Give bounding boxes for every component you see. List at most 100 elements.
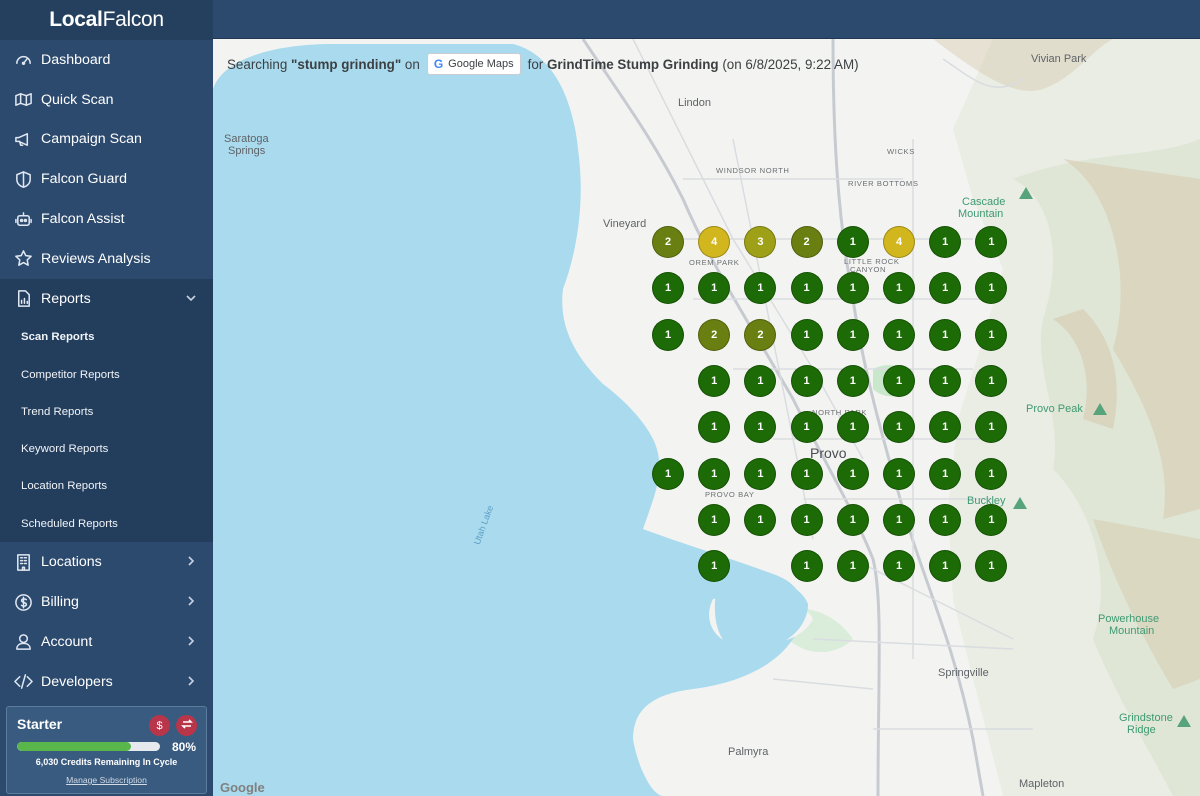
submenu-scan-reports[interactable]: Scan Reports xyxy=(0,319,213,356)
rank-pin[interactable]: 1 xyxy=(883,318,915,351)
dollar-icon: $ xyxy=(156,719,163,732)
rank-pin[interactable]: 1 xyxy=(744,503,777,536)
star-icon xyxy=(13,249,33,269)
credits-percent: 80% xyxy=(172,740,197,754)
submenu-trend-reports[interactable]: Trend Reports xyxy=(0,393,213,430)
nav-label: Locations xyxy=(41,554,102,571)
rank-pin[interactable]: 1 xyxy=(836,503,869,536)
nav-locations[interactable]: Locations xyxy=(0,542,213,582)
rank-pin[interactable]: 1 xyxy=(790,272,823,305)
rank-pin[interactable]: 1 xyxy=(883,503,915,536)
rank-pin[interactable]: 1 xyxy=(975,503,1008,536)
gauge-icon xyxy=(13,50,33,70)
nav-campaign-scan[interactable]: Campaign Scan xyxy=(0,120,213,160)
rank-pin[interactable]: 1 xyxy=(929,503,962,536)
rank-pin[interactable]: 1 xyxy=(698,364,731,397)
rank-pin[interactable]: 1 xyxy=(790,503,823,536)
rank-pin[interactable]: 1 xyxy=(975,318,1008,351)
change-plan-button[interactable] xyxy=(176,715,197,736)
rank-pin[interactable]: 1 xyxy=(929,318,962,351)
submenu-competitor-reports[interactable]: Competitor Reports xyxy=(0,356,213,393)
place-label: Ridge xyxy=(1127,724,1156,736)
submenu-keyword-reports[interactable]: Keyword Reports xyxy=(0,430,213,467)
search-on: on xyxy=(404,56,420,72)
manage-subscription-link[interactable]: Manage Subscription xyxy=(7,775,206,785)
chevron-down-icon xyxy=(185,292,197,304)
place-label: Mountain xyxy=(1109,625,1155,637)
rank-pin[interactable]: 2 xyxy=(652,226,684,258)
chart-file-icon xyxy=(13,289,33,309)
swap-icon xyxy=(180,718,193,733)
nav-reports[interactable]: Reports xyxy=(0,278,213,319)
nav-reviews-analysis[interactable]: Reviews Analysis xyxy=(0,239,213,279)
nav-quick-scan[interactable]: Quick Scan xyxy=(0,80,213,120)
building-icon xyxy=(13,552,33,572)
rank-pin[interactable]: 1 xyxy=(836,272,869,305)
logo-bold: Local xyxy=(49,8,103,31)
rank-pin[interactable]: 1 xyxy=(929,364,962,397)
rank-pin[interactable]: 1 xyxy=(836,411,869,444)
rank-pin[interactable]: 4 xyxy=(698,226,731,258)
buy-credits-button[interactable]: $ xyxy=(149,715,170,736)
nav-account[interactable]: Account xyxy=(0,622,213,662)
rank-pin[interactable]: 1 xyxy=(652,318,684,351)
rank-pin[interactable]: 1 xyxy=(790,364,823,397)
place-label: WICKS xyxy=(887,147,915,156)
place-label: Springs xyxy=(228,145,266,157)
rank-pin[interactable]: 1 xyxy=(698,503,731,536)
place-label: OREM PARK xyxy=(689,258,740,267)
nav-label: Campaign Scan xyxy=(41,131,142,148)
rank-pin[interactable]: 1 xyxy=(790,457,823,490)
rank-pin[interactable]: 1 xyxy=(836,457,869,490)
map-icon xyxy=(13,90,33,110)
nav-falcon-assist[interactable]: Falcon Assist xyxy=(0,199,213,239)
rank-pin[interactable]: 1 xyxy=(929,226,962,258)
nav-billing[interactable]: Billing xyxy=(0,582,213,622)
rank-pin[interactable]: 2 xyxy=(698,318,731,351)
rank-pin[interactable]: 1 xyxy=(836,550,869,583)
submenu-location-reports[interactable]: Location Reports xyxy=(0,468,213,505)
place-label: Vivian Park xyxy=(1031,53,1087,65)
rank-pin[interactable]: 1 xyxy=(836,364,869,397)
rank-pin[interactable]: 1 xyxy=(652,457,684,490)
logo[interactable]: Local Falcon xyxy=(0,0,213,40)
rank-pin[interactable]: 1 xyxy=(975,457,1008,490)
nav-label: Reviews Analysis xyxy=(41,250,151,267)
chevron-right-icon xyxy=(185,595,197,607)
rank-pin[interactable]: 1 xyxy=(836,318,869,351)
rank-pin[interactable]: 1 xyxy=(698,457,731,490)
place-label: Mapleton xyxy=(1019,778,1065,790)
submenu-scheduled-reports[interactable]: Scheduled Reports xyxy=(0,505,213,542)
plan-card: Starter $ 80% 6,030 Credits Remaining In… xyxy=(6,706,207,794)
place-label: Powerhouse xyxy=(1098,613,1160,625)
platform-label: Google Maps xyxy=(448,58,514,70)
logo-normal: Falcon xyxy=(102,8,165,31)
rank-pin[interactable]: 4 xyxy=(883,226,915,258)
search-prefix: Searching xyxy=(227,56,288,72)
nav-dashboard[interactable]: Dashboard xyxy=(0,40,213,80)
chevron-right-icon xyxy=(185,635,197,647)
nav-developers[interactable]: Developers xyxy=(0,662,213,702)
rank-pin[interactable]: 2 xyxy=(744,318,777,351)
rank-pin[interactable]: 1 xyxy=(883,550,915,583)
nav-falcon-guard[interactable]: Falcon Guard xyxy=(0,159,213,199)
user-icon xyxy=(13,632,33,652)
nav-label: Developers xyxy=(41,673,113,690)
rank-pin[interactable]: 1 xyxy=(744,457,777,490)
rank-pin[interactable]: 1 xyxy=(883,364,915,397)
rank-pin[interactable]: 1 xyxy=(790,411,823,444)
map-view[interactable]: Vivian Park Lindon Saratoga Springs WIND… xyxy=(213,39,1200,796)
rank-pin[interactable]: 1 xyxy=(929,457,962,490)
rank-pin[interactable]: 1 xyxy=(790,550,823,583)
google-g-icon: G xyxy=(433,57,444,71)
rank-pin[interactable]: 1 xyxy=(883,457,915,490)
megaphone-icon xyxy=(13,129,33,149)
rank-pin[interactable]: 1 xyxy=(790,318,823,351)
sidebar: Local Falcon Dashboard Quick Scan Campaig… xyxy=(0,0,213,796)
rank-pin[interactable]: 1 xyxy=(836,226,869,258)
rank-pin[interactable]: 1 xyxy=(883,411,915,444)
rank-pin[interactable]: 2 xyxy=(790,226,823,258)
nav-label: Falcon Guard xyxy=(41,171,127,188)
place-label: PROVO BAY xyxy=(705,490,755,499)
credits-remaining: 6,030 Credits Remaining In Cycle xyxy=(35,757,178,767)
